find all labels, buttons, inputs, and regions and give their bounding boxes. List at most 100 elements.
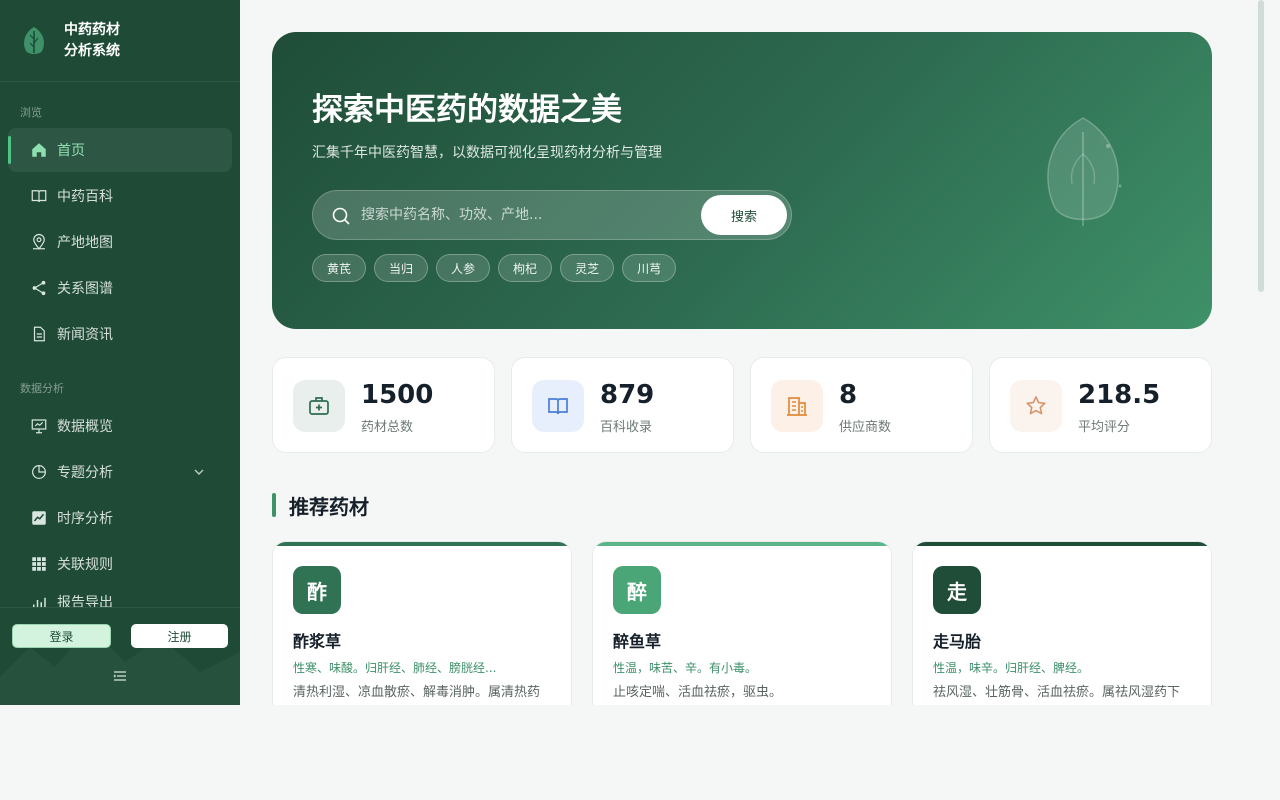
card-accent-bar [593,542,891,546]
sidebar-item-label: 专题分析 [57,465,113,481]
hero-title: 探索中医药的数据之美 [312,92,622,128]
sidebar-item-label: 中药百科 [57,189,113,205]
sidebar-item-news[interactable]: 新闻资讯 [8,312,232,356]
sidebar-item-label: 关联规则 [57,557,113,573]
sidebar-item-label: 首页 [57,143,85,159]
leaf-decoration-icon [1047,117,1122,226]
grid-icon [32,557,46,571]
brand[interactable]: 中药药材 分析系统 [0,0,240,82]
nav-browse: 首页 中药百科 产地地图 关系图谱 新闻资讯 [0,128,240,356]
stat-label: 百科收录 [600,420,653,435]
chevron-down-icon[interactable] [193,466,205,478]
stat-icon-wrap [532,380,584,432]
section-label-browse: 浏览 [20,106,42,119]
presentation-icon [31,419,47,434]
stat-label: 药材总数 [361,420,414,435]
card-accent-bar [273,542,571,546]
card-badge: 醉 [613,566,661,614]
stat-card-encyclopedia[interactable]: 879 百科收录 [511,357,734,453]
tag-item[interactable]: 当归 [374,254,429,282]
herb-properties: 性温，味苦、辛。有小毒。 [613,661,758,675]
herb-properties: 性寒、味酸。归肝经、肺经、膀胱经... [293,661,497,675]
search-input[interactable] [361,191,691,239]
page-background-bottom [0,705,1280,800]
tag-item[interactable]: 人参 [436,254,491,282]
sidebar-item-time-series[interactable]: 时序分析 [8,496,232,540]
tag-item[interactable]: 灵芝 [560,254,615,282]
login-button[interactable]: 登录 [12,624,111,648]
stat-value: 1500 [361,380,434,410]
document-icon [33,326,45,342]
leaf-logo-icon [24,26,44,54]
section-label-analysis: 数据分析 [20,382,64,395]
card-badge: 走 [933,566,981,614]
herb-properties: 性温，味辛。归肝经、脾经。 [933,661,1090,675]
recommend-cards: 酢 酢浆草 性寒、味酸。归肝经、肺经、膀胱经... 清热利湿、凉血散瘀、解毒消肿… [272,541,1212,705]
hero-subtitle: 汇集千年中医药智慧，以数据可视化呈现药材分析与管理 [312,145,662,161]
tag-item[interactable]: 黄芪 [312,254,367,282]
app-title-line1: 中药药材 [64,21,120,38]
sidebar-item-home[interactable]: 首页 [8,128,232,172]
section-title: 推荐药材 [289,494,369,519]
star-icon [1026,396,1046,415]
herb-card[interactable]: 走 走马胎 性温，味辛。归肝经、脾经。 祛风湿、壮筋骨、活血祛瘀。属祛风湿药下 [912,541,1212,705]
hot-tags: 黄芪 当归 人参 枸杞 灵芝 川芎 [312,254,677,282]
mountain-decoration [0,627,240,705]
stat-icon-wrap [293,380,345,432]
stat-card-herbs[interactable]: 1500 药材总数 [272,357,495,453]
medicine-kit-icon [309,397,329,415]
sidebar-item-label: 新闻资讯 [57,327,113,343]
herb-card[interactable]: 酢 酢浆草 性寒、味酸。归肝经、肺经、膀胱经... 清热利湿、凉血散瘀、解毒消肿… [272,541,572,705]
pie-chart-icon [32,465,46,479]
section-accent-bar [272,493,276,517]
sidebar: 中药药材 分析系统 浏览 首页 中药百科 产地地图 关系图谱 新闻资讯 数据分析 [0,0,240,705]
herb-name: 走马胎 [933,632,982,651]
search-button[interactable]: 搜索 [701,195,787,235]
stat-label: 供应商数 [839,420,892,435]
stat-card-suppliers[interactable]: 8 供应商数 [750,357,973,453]
sidebar-item-topic-analysis[interactable]: 专题分析 [8,450,232,494]
building-icon [787,397,807,416]
herb-description: 祛风湿、壮筋骨、活血祛瘀。属祛风湿药下 [933,685,1181,700]
app-title-line2: 分析系统 [64,42,120,59]
share-icon [32,280,46,296]
register-button[interactable]: 注册 [131,624,228,648]
stats-row: 1500 药材总数 879 百科收录 8 供应商数 218.5 平均评分 [272,357,1212,453]
search-bar: 搜索 [312,190,792,240]
sidebar-item-relation-graph[interactable]: 关系图谱 [8,266,232,310]
book-icon [31,190,47,203]
home-icon [32,143,46,157]
auth-buttons: 登录 注册 [12,624,228,648]
book-icon [548,398,568,415]
sidebar-item-label: 时序分析 [57,511,113,527]
herb-description: 止咳定喘、活血祛瘀，驱虫。 [613,685,783,700]
tag-item[interactable]: 枸杞 [498,254,553,282]
main-content: 探索中医药的数据之美 汇集千年中医药智慧，以数据可视化呈现药材分析与管理 搜索 … [240,0,1280,705]
sidebar-item-data-overview[interactable]: 数据概览 [8,404,232,448]
scrollbar[interactable] [1256,0,1264,705]
sidebar-item-label: 产地地图 [57,235,113,251]
herb-card[interactable]: 醉 醉鱼草 性温，味苦、辛。有小毒。 止咳定喘、活血祛瘀，驱虫。 [592,541,892,705]
sidebar-footer: 登录 注册 [0,607,240,705]
herb-description: 清热利湿、凉血散瘀、解毒消肿。属清热药 [293,685,541,700]
stat-value: 8 [839,380,858,410]
sidebar-item-encyclopedia[interactable]: 中药百科 [8,174,232,218]
stat-value: 879 [600,380,655,410]
tag-item[interactable]: 川芎 [622,254,677,282]
stat-card-rating[interactable]: 218.5 平均评分 [989,357,1212,453]
card-badge: 酢 [293,566,341,614]
herb-name: 酢浆草 [293,632,342,651]
card-accent-bar [913,542,1211,546]
sidebar-item-origin-map[interactable]: 产地地图 [8,220,232,264]
sidebar-item-association-rules[interactable]: 关联规则 [8,542,232,586]
scrollbar-thumb[interactable] [1258,0,1264,292]
app-title: 中药药材 分析系统 [64,20,120,62]
stat-value: 218.5 [1078,380,1161,410]
stat-icon-wrap [1010,380,1062,432]
map-pin-icon [33,233,45,250]
section-heading-recommend: 推荐药材 [272,492,369,519]
sidebar-item-label: 数据概览 [57,419,113,435]
nav-analysis: 数据概览 专题分析 时序分析 关联规则 报告导出 [0,404,240,612]
stat-label: 平均评分 [1078,420,1131,435]
menu-collapse-icon[interactable] [112,668,128,684]
